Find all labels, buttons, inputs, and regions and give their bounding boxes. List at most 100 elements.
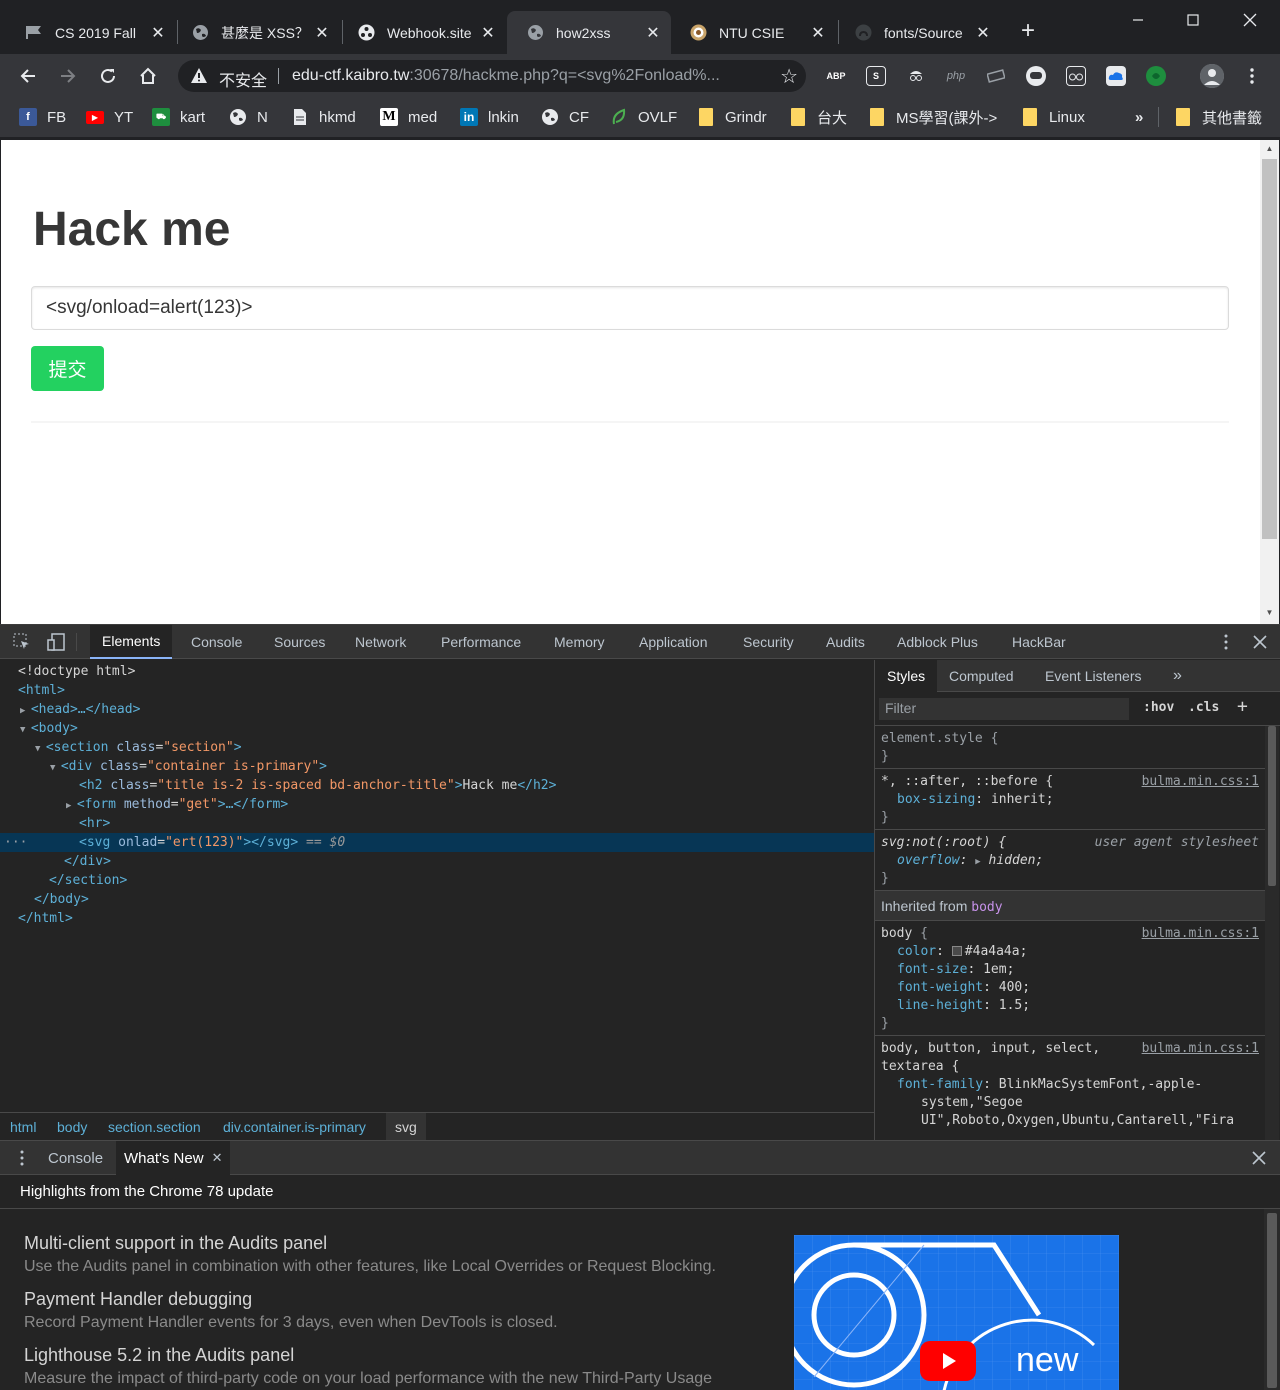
promo-video-thumbnail[interactable]: new	[794, 1235, 1119, 1390]
bookmark-yt[interactable]: ▶ YT	[86, 107, 133, 127]
bookmark-other[interactable]: 其他書籤	[1174, 107, 1262, 127]
dom-node[interactable]: ▼ <body>	[0, 719, 874, 738]
tab-performance[interactable]: Performance	[429, 625, 533, 659]
close-icon[interactable]: ✕	[212, 1150, 223, 1166]
close-icon[interactable]: ✕	[314, 25, 330, 42]
bookmark-fb[interactable]: f FB	[19, 107, 66, 127]
bookmark-cf[interactable]: CF	[541, 107, 589, 127]
styles-scrollbar[interactable]	[1265, 726, 1279, 1141]
reload-button[interactable]	[96, 64, 120, 88]
rule-selector[interactable]: element.style {	[881, 730, 1259, 748]
scroll-down-arrow-icon[interactable]: ▼	[1264, 608, 1275, 617]
green-extension-icon[interactable]	[1146, 66, 1166, 86]
collapse-triangle-icon[interactable]: ▼	[35, 744, 46, 754]
cls-button[interactable]: .cls	[1188, 700, 1219, 715]
expand-triangle-icon[interactable]: ▶	[66, 801, 77, 811]
news-title[interactable]: Lighthouse 5.2 in the Audits panel	[24, 1343, 712, 1367]
style-declaration[interactable]: overflow: ▶ hidden;	[881, 852, 1259, 870]
bookmark-ms-learning[interactable]: MS學習(課外->	[868, 107, 997, 127]
tab-xss[interactable]: 甚麼是 XSS？ ✕	[172, 11, 340, 54]
rule-selector[interactable]: *, ::after, ::before {bulma.min.css:1	[881, 773, 1259, 791]
bookmark-star-icon[interactable]: ☆	[780, 64, 798, 89]
glasses-extension-icon[interactable]	[1066, 66, 1086, 86]
devtools-close-icon[interactable]	[1250, 632, 1270, 652]
tab-cs-2019-fall[interactable]: CS 2019 Fall ✕	[6, 11, 176, 54]
php-extension-icon[interactable]: php	[946, 66, 966, 86]
dom-node[interactable]: <html>	[0, 681, 874, 700]
source-link[interactable]: bulma.min.css:1	[1142, 773, 1259, 791]
s-extension-icon[interactable]: S	[866, 66, 886, 86]
home-button[interactable]	[136, 64, 160, 88]
breadcrumb-section[interactable]: section.section	[99, 1113, 210, 1141]
cloud-extension-icon[interactable]	[1106, 66, 1126, 86]
breadcrumb-html[interactable]: html	[1, 1113, 45, 1141]
news-item[interactable]: Payment Handler debugging Record Payment…	[24, 1287, 558, 1334]
scrollbar-thumb[interactable]	[1262, 159, 1277, 539]
bookmark-grindr[interactable]: Grindr	[697, 107, 767, 127]
tab-styles[interactable]: Styles	[875, 660, 938, 692]
expand-triangle-icon[interactable]: ▶	[20, 706, 31, 716]
dom-node[interactable]: <!doctype html>	[0, 662, 874, 681]
bookmark-hkmd[interactable]: hkmd	[291, 107, 356, 127]
new-rule-plus-icon[interactable]: +	[1237, 696, 1248, 717]
bookmark-lnkin[interactable]: in lnkin	[460, 107, 519, 127]
color-swatch[interactable]	[951, 946, 962, 956]
style-declaration[interactable]: font-size: 1em;	[881, 961, 1259, 979]
tab-memory[interactable]: Memory	[542, 625, 617, 659]
hov-button[interactable]: :hov	[1143, 700, 1174, 715]
tab-how2xss[interactable]: how2xss ✕	[507, 11, 671, 54]
tab-hackbar[interactable]: HackBar	[1000, 625, 1078, 659]
collapse-triangle-icon[interactable]: ▼	[20, 725, 31, 735]
more-dots-icon[interactable]: ···	[4, 833, 27, 852]
drawer-tab-whats-new[interactable]: What's New ✕	[116, 1141, 231, 1175]
tab-elements[interactable]: Elements	[90, 625, 173, 659]
tab-application[interactable]: Application	[627, 625, 720, 659]
dom-node[interactable]: <hr>	[0, 814, 874, 833]
drawer-scrollbar[interactable]	[1264, 1209, 1280, 1390]
close-window-button[interactable]	[1238, 8, 1262, 32]
tab-security[interactable]: Security	[731, 625, 806, 659]
drawer-menu-kebab-icon[interactable]	[12, 1141, 32, 1175]
dom-node[interactable]: <h2 class="title is-2 is-spaced bd-ancho…	[0, 776, 874, 795]
scrollbar-thumb[interactable]	[1267, 1213, 1277, 1388]
close-icon[interactable]: ✕	[645, 25, 661, 42]
inspect-element-icon[interactable]	[12, 632, 32, 652]
inherited-element-link[interactable]: body	[971, 900, 1002, 915]
device-toolbar-icon[interactable]	[46, 632, 66, 652]
dom-node[interactable]: </html>	[0, 909, 874, 928]
tab-event-listeners[interactable]: Event Listeners	[1033, 660, 1154, 692]
news-title[interactable]: Payment Handler debugging	[24, 1287, 558, 1311]
profile-avatar[interactable]	[1200, 64, 1224, 88]
warning-icon[interactable]	[190, 67, 208, 89]
tab-sources[interactable]: Sources	[262, 625, 337, 659]
dom-node-selected[interactable]: ··· <svg onlad="ert(123)"></svg> == $0	[0, 833, 874, 852]
tab-adblock-plus[interactable]: Adblock Plus	[885, 625, 990, 659]
bookmark-kart[interactable]: ⛟ kart	[152, 107, 205, 127]
style-declaration[interactable]: line-height: 1.5;	[881, 997, 1259, 1015]
ticket-extension-icon[interactable]	[986, 66, 1006, 86]
new-tab-button[interactable]: +	[1016, 19, 1040, 44]
devtools-menu-kebab-icon[interactable]	[1216, 632, 1236, 652]
collapse-triangle-icon[interactable]: ▼	[50, 763, 61, 773]
close-icon[interactable]: ✕	[150, 25, 166, 42]
filter-input[interactable]: Filter	[879, 698, 1129, 720]
adblock-plus-icon[interactable]: ABP	[826, 66, 846, 86]
breadcrumb-svg[interactable]: svg	[386, 1113, 426, 1141]
close-icon[interactable]: ✕	[810, 25, 826, 42]
tab-audits[interactable]: Audits	[814, 625, 877, 659]
source-link[interactable]: bulma.min.css:1	[1142, 925, 1259, 943]
style-declaration[interactable]: color: #4a4a4a;	[881, 943, 1259, 961]
dom-node[interactable]: </body>	[0, 890, 874, 909]
close-icon[interactable]: ✕	[480, 25, 496, 42]
dom-node[interactable]: ▼ <div class="container is-primary">	[0, 757, 874, 776]
drawer-tab-console[interactable]: Console	[40, 1141, 111, 1175]
minimize-button[interactable]	[1126, 8, 1150, 32]
tab-webhook[interactable]: Webhook.site ✕	[338, 11, 506, 54]
bookmark-n[interactable]: N	[229, 107, 268, 127]
tab-ntu-csie[interactable]: NTU CSIE ✕	[670, 11, 836, 54]
query-input[interactable]	[31, 286, 1229, 330]
menu-kebab-icon[interactable]	[1240, 64, 1264, 88]
tab-console[interactable]: Console	[179, 625, 254, 659]
more-tabs-chevron-icon[interactable]: »	[1161, 660, 1194, 692]
bookmark-ovlf[interactable]: OVLF	[610, 107, 677, 127]
